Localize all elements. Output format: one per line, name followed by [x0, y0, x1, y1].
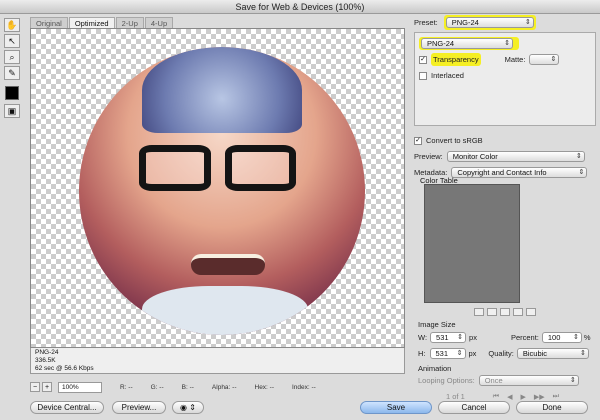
readout-alpha: Alpha: -- — [211, 383, 237, 391]
eyedropper-tool-icon[interactable]: ✎ — [4, 66, 20, 80]
color-table — [424, 184, 520, 303]
width-label: W: — [418, 333, 428, 342]
percent-unit: % — [583, 333, 591, 342]
percent-label: Percent: — [510, 333, 539, 342]
animation-label: Animation — [418, 364, 452, 373]
readout-hex: Hex: -- — [254, 383, 275, 391]
looping-select[interactable]: Once — [478, 375, 579, 386]
preview-canvas[interactable] — [30, 28, 405, 348]
cancel-button[interactable]: Cancel — [438, 401, 510, 414]
preview-label: Preview: — [414, 152, 443, 161]
height-label: H: — [418, 349, 426, 358]
zoom-out-button[interactable]: − — [30, 382, 40, 392]
download-time-info: 62 sec @ 56.6 Kbps — [35, 365, 94, 372]
image-size-label: Image Size — [418, 320, 456, 329]
prev-frame-icon[interactable]: ◀ — [507, 393, 512, 401]
web-shift-icon[interactable] — [500, 308, 510, 316]
interlaced-checkbox[interactable] — [419, 71, 427, 80]
readout-g: G: -- — [150, 383, 164, 391]
glasses-left — [139, 144, 211, 191]
preview-button[interactable]: Preview... — [112, 401, 166, 414]
collar-shape — [141, 286, 308, 335]
convert-srgb-checkbox[interactable]: ✓ — [414, 136, 422, 145]
readout-r: R: -- — [120, 383, 133, 391]
helmet-shape — [141, 47, 303, 134]
looping-label: Looping Options: — [418, 376, 475, 385]
tab-2-up[interactable]: 2-Up — [115, 17, 144, 28]
window-title: Save for Web & Devices (100%) — [0, 0, 600, 14]
preset-label: Preset: — [414, 18, 438, 27]
slice-select-tool-icon[interactable]: ↖ — [4, 34, 20, 48]
height-field[interactable]: 531 — [429, 348, 466, 359]
device-central-button[interactable]: Device Central... — [30, 401, 104, 414]
last-frame-icon[interactable]: ⏭ — [553, 393, 559, 401]
preview-select[interactable]: Monitor Color — [446, 151, 585, 162]
color-swatch[interactable] — [5, 86, 19, 100]
toggle-slices-icon[interactable]: ▣ — [4, 104, 20, 118]
height-unit: px — [468, 349, 477, 358]
settings-panel: Preset: PNG-24 PNG-24 ✓ Transparency Mat… — [414, 15, 596, 401]
transparency-checkbox[interactable]: ✓ — [419, 55, 427, 64]
image-info-panel: PNG-24 336.5K 62 sec @ 56.6 Kbps — [30, 348, 405, 374]
save-button[interactable]: Save — [360, 401, 432, 414]
new-color-icon[interactable] — [513, 308, 523, 316]
zoom-in-button[interactable]: + — [42, 382, 52, 392]
first-frame-icon[interactable]: ⏮ — [493, 393, 499, 401]
lock-color-icon[interactable] — [487, 308, 497, 316]
size-info: 336.5K — [35, 357, 56, 364]
preset-select[interactable]: PNG-24 — [445, 17, 534, 28]
width-unit: px — [469, 333, 477, 342]
transparency-label: Transparency — [431, 53, 481, 66]
format-select[interactable]: PNG-24 — [421, 38, 513, 49]
image-size-section: Image Size W: 531 px Percent: 100 % H: 5… — [418, 320, 596, 406]
done-button[interactable]: Done — [516, 401, 588, 414]
tab-original[interactable]: Original — [30, 17, 68, 28]
convert-srgb-label: Convert to sRGB — [426, 136, 483, 145]
next-frame-icon[interactable]: ▶▶ — [534, 393, 545, 401]
glasses-right — [224, 144, 297, 191]
color-table-actions — [474, 308, 536, 316]
save-for-web-window: Save for Web & Devices (100%) ✋ ↖ ⌕ ✎ ▣ … — [0, 0, 600, 420]
tool-panel: ✋ ↖ ⌕ ✎ ▣ — [4, 18, 22, 118]
mouth-shape — [190, 254, 265, 275]
preview-image — [79, 47, 365, 335]
width-field[interactable]: 531 — [430, 332, 467, 343]
delete-color-icon[interactable] — [526, 308, 536, 316]
matte-select[interactable] — [529, 54, 560, 65]
interlaced-label: Interlaced — [431, 71, 464, 80]
map-transparency-icon[interactable] — [474, 308, 484, 316]
metadata-select[interactable]: Copyright and Contact Info — [451, 167, 588, 178]
tab-4-up[interactable]: 4-Up — [144, 17, 174, 28]
frame-counter: 1 of 1 — [446, 392, 465, 401]
quality-label: Quality: — [488, 349, 514, 358]
hand-tool-icon[interactable]: ✋ — [4, 18, 20, 32]
format-info: PNG-24 — [35, 349, 59, 356]
browser-preview-button[interactable]: ◉ ⇕ — [172, 401, 204, 414]
quality-select[interactable]: Bicubic — [516, 348, 589, 359]
bottom-readout-bar: − + 100% R: -- G: -- B: -- Alpha: -- Hex… — [30, 381, 405, 393]
readout-b: B: -- — [181, 383, 194, 391]
view-tabs: Original Optimized 2-Up 4-Up — [30, 17, 174, 28]
zoom-tool-icon[interactable]: ⌕ — [4, 50, 20, 64]
zoom-level-field[interactable]: 100% — [58, 381, 102, 393]
matte-label: Matte: — [504, 55, 526, 64]
percent-field[interactable]: 100 — [541, 332, 582, 343]
play-icon[interactable]: ▶ — [520, 393, 525, 401]
tab-optimized[interactable]: Optimized — [68, 17, 115, 28]
readout-index: Index: -- — [292, 383, 316, 391]
